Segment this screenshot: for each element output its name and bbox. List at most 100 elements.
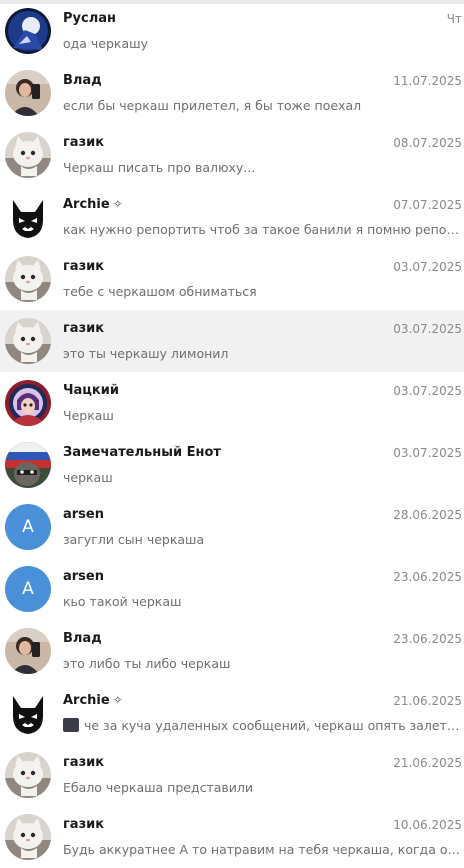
chat-preview: тебе с черкашом обниматься bbox=[63, 284, 460, 299]
chat-preview: как нужно репортить чтоб за такое банили… bbox=[63, 222, 460, 237]
avatar-gazik bbox=[5, 752, 51, 798]
chat-name-text: газик bbox=[63, 135, 105, 150]
chat-preview-text: загугли сын черкаша bbox=[63, 532, 205, 547]
avatar-chatsky bbox=[5, 380, 51, 426]
chat-preview: ода черкашу bbox=[63, 36, 460, 51]
avatar-gazik bbox=[5, 256, 51, 302]
chat-name-text: Влад bbox=[63, 631, 102, 646]
chat-preview-text: че за куча удаленных сообщений, черкаш о… bbox=[84, 718, 460, 733]
chat-row[interactable]: газик 10.06.2025 Будь аккуратнее А то натр… bbox=[0, 806, 464, 868]
chat-name: газик bbox=[63, 259, 104, 274]
chat-name: Замечательный Енот bbox=[63, 445, 221, 460]
chat-row[interactable]: Влад 23.06.2025 это либо ты либо черкаш bbox=[0, 620, 464, 682]
chat-name-text: Чацкий bbox=[63, 383, 119, 398]
avatar-gazik bbox=[5, 318, 51, 364]
avatar-letter: A bbox=[5, 504, 51, 550]
chat-row[interactable]: Замечательный Енот 03.07.2025 черкаш bbox=[0, 434, 464, 496]
chat-row[interactable]: Aarsen 28.06.2025 загугли сын черкаша bbox=[0, 496, 464, 558]
chat-date: 10.06.2025 bbox=[393, 818, 462, 832]
chat-date: 28.06.2025 bbox=[393, 508, 462, 522]
chat-date: 23.06.2025 bbox=[393, 570, 462, 584]
chat-date: 08.07.2025 bbox=[393, 136, 462, 150]
chat-name-text: Замечательный Енот bbox=[63, 445, 221, 460]
chat-date: 23.06.2025 bbox=[393, 632, 462, 646]
chat-name-text: газик bbox=[63, 817, 105, 832]
chat-row[interactable]: Чацкий 03.07.2025 Черкаш bbox=[0, 372, 464, 434]
chat-preview: Ебало черкаша представили bbox=[63, 780, 460, 795]
chat-preview-text: ода черкашу bbox=[63, 36, 148, 51]
chat-name: Руслан bbox=[63, 11, 116, 26]
chat-name: газик bbox=[63, 135, 104, 150]
chat-preview-text: кьо такой черкаш bbox=[63, 594, 182, 609]
chat-date: 03.07.2025 bbox=[393, 260, 462, 274]
chat-name: Влад bbox=[63, 73, 102, 88]
chat-preview: это либо ты либо черкаш bbox=[63, 656, 460, 671]
avatar-enot bbox=[5, 442, 51, 488]
chat-preview-text: как нужно репортить чтоб за такое банили… bbox=[63, 222, 460, 237]
avatar-letter: A bbox=[5, 566, 51, 612]
chat-name-text: газик bbox=[63, 259, 105, 274]
chat-date: 03.07.2025 bbox=[393, 446, 462, 460]
chat-name: arsen bbox=[63, 569, 104, 584]
avatar-vlad bbox=[5, 628, 51, 674]
chat-row[interactable]: Руслан Чт ода черкашу bbox=[0, 0, 464, 62]
chat-preview: Черкаш писать про валюху... bbox=[63, 160, 460, 175]
chat-preview: Черкаш bbox=[63, 408, 460, 423]
chat-date: 07.07.2025 bbox=[393, 198, 462, 212]
chat-preview: че за куча удаленных сообщений, черкаш о… bbox=[63, 718, 460, 733]
chat-name-text: Archie bbox=[63, 197, 110, 212]
avatar-ruslan bbox=[5, 8, 51, 54]
premium-badge-icon: ✧ bbox=[112, 197, 123, 211]
chat-preview-text: тебе с черкашом обниматься bbox=[63, 284, 257, 299]
chat-preview: Будь аккуратнее А то натравим на тебя че… bbox=[63, 842, 460, 857]
avatar-gazik bbox=[5, 132, 51, 178]
chat-name: Archie ✧ bbox=[63, 197, 123, 212]
chat-name-text: газик bbox=[63, 755, 105, 770]
chat-name: Archie ✧ bbox=[63, 693, 123, 708]
chat-date: Чт bbox=[446, 12, 462, 26]
media-thumbnail-icon bbox=[63, 718, 79, 732]
chat-name: газик bbox=[63, 755, 104, 770]
chat-preview-text: черкаш bbox=[63, 470, 113, 485]
chat-name-text: Руслан bbox=[63, 11, 116, 26]
chat-row[interactable]: Archie ✧ 21.06.2025 че за куча удаленных со… bbox=[0, 682, 464, 744]
premium-badge-icon: ✧ bbox=[112, 693, 123, 707]
chat-row[interactable]: Влад 11.07.2025 если бы черкаш прилетел, я… bbox=[0, 62, 464, 124]
chat-preview-text: это либо ты либо черкаш bbox=[63, 656, 231, 671]
chat-date: 11.07.2025 bbox=[393, 74, 462, 88]
chat-preview-text: Ебало черкаша представили bbox=[63, 780, 254, 795]
chat-preview-text: это ты черкашу лимонил bbox=[63, 346, 229, 361]
chat-name: arsen bbox=[63, 507, 104, 522]
chat-date: 21.06.2025 bbox=[393, 756, 462, 770]
avatar-archie bbox=[5, 194, 51, 240]
chat-row[interactable]: Archie ✧ 07.07.2025 как нужно репортить что… bbox=[0, 186, 464, 248]
chat-name: Чацкий bbox=[63, 383, 119, 398]
chat-row[interactable]: Aarsen 23.06.2025 кьо такой черкаш bbox=[0, 558, 464, 620]
chat-row[interactable]: газик 08.07.2025 Черкаш писать про валюху.… bbox=[0, 124, 464, 186]
chat-name-text: arsen bbox=[63, 507, 104, 522]
chat-preview: черкаш bbox=[63, 470, 460, 485]
chat-preview-text: если бы черкаш прилетел, я бы тоже поеха… bbox=[63, 98, 362, 113]
chat-name: газик bbox=[63, 321, 104, 336]
chat-preview-text: Черкаш bbox=[63, 408, 114, 423]
chat-preview: загугли сын черкаша bbox=[63, 532, 460, 547]
chat-row[interactable]: газик 21.06.2025 Ебало черкаша представили bbox=[0, 744, 464, 806]
chat-preview: это ты черкашу лимонил bbox=[63, 346, 460, 361]
chat-row[interactable]: газик 03.07.2025 это ты черкашу лимонил bbox=[0, 310, 464, 372]
chat-preview: кьо такой черкаш bbox=[63, 594, 460, 609]
chat-preview: если бы черкаш прилетел, я бы тоже поеха… bbox=[63, 98, 460, 113]
chat-date: 03.07.2025 bbox=[393, 322, 462, 336]
chat-name: Влад bbox=[63, 631, 102, 646]
chat-name-text: arsen bbox=[63, 569, 104, 584]
chat-date: 03.07.2025 bbox=[393, 384, 462, 398]
chat-name: газик bbox=[63, 817, 104, 832]
chat-name-text: Archie bbox=[63, 693, 110, 708]
chat-name-text: газик bbox=[63, 321, 105, 336]
chat-name-text: Влад bbox=[63, 73, 102, 88]
chat-row[interactable]: газик 03.07.2025 тебе с черкашом обниматьс… bbox=[0, 248, 464, 310]
avatar-archie bbox=[5, 690, 51, 736]
chat-preview-text: Будь аккуратнее А то натравим на тебя че… bbox=[63, 842, 460, 857]
avatar-vlad bbox=[5, 70, 51, 116]
chat-date: 21.06.2025 bbox=[393, 694, 462, 708]
chat-preview-text: Черкаш писать про валюху... bbox=[63, 160, 256, 175]
